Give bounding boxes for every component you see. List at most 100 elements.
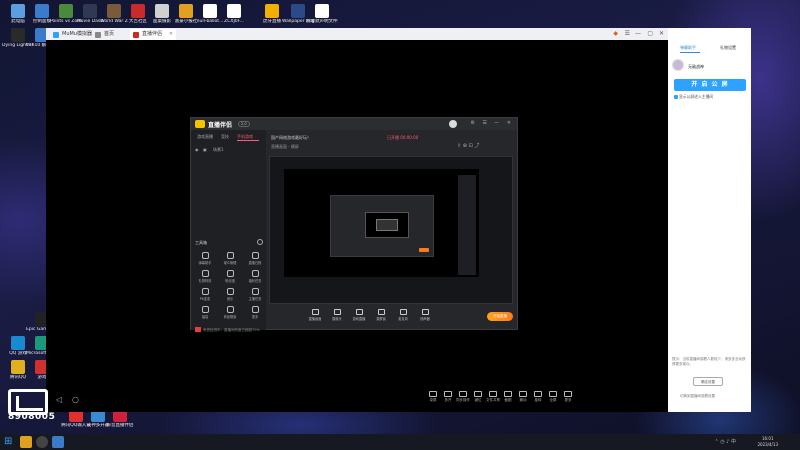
action-label: 麦克风 [398, 317, 408, 321]
toolbox-item[interactable]: 礼物特效 [195, 270, 215, 283]
active-tab-indicator [237, 140, 259, 141]
toolbox-item[interactable]: 商品橱窗 [220, 306, 240, 319]
tool-icon [504, 391, 512, 397]
eye-icon[interactable]: ◉ [195, 147, 199, 152]
tab-home[interactable]: 首页 [92, 29, 126, 40]
action-label: 扬声器 [420, 317, 430, 321]
toolbox-item[interactable]: 观众管理 [220, 252, 240, 265]
close-tab-icon[interactable]: ✕ [169, 29, 173, 40]
nested-preview [365, 212, 409, 238]
toolbox-item[interactable]: 主播任务 [245, 288, 265, 301]
footer-link[interactable]: 切换到直播间观看设置 [680, 394, 715, 399]
tab-danmu-assistant[interactable]: 弹幕助手 [680, 45, 696, 51]
preview-mode[interactable]: 直播画面 · 横屏 [271, 144, 299, 150]
toolbox-item[interactable]: 直播日报 [245, 252, 265, 265]
tool-label: 多开 [444, 398, 452, 402]
system-tray[interactable]: ⌃ ◷ ♪ 中 [714, 438, 736, 445]
tab-gift-settings[interactable]: 礼物设置 [720, 45, 736, 51]
confirm-settings-button[interactable]: 确定设置 [693, 377, 723, 386]
tab-game-live[interactable]: 游戏直播 [197, 134, 213, 140]
emulator-tool[interactable]: 截图 [501, 391, 515, 403]
emulator-tool[interactable]: 震动 [516, 391, 530, 403]
emulator-tool[interactable]: 更多 [561, 391, 575, 403]
tool-icon [226, 306, 234, 313]
open-public-screen-button[interactable]: 开 启 公 屏 [674, 79, 746, 91]
emulator-tool[interactable]: 全屏 [546, 391, 560, 403]
minimize-icon[interactable]: — [494, 120, 499, 126]
home-button-icon[interactable]: ○ [72, 395, 79, 404]
tool-icon [226, 288, 234, 295]
more-tools-icon[interactable] [257, 239, 263, 245]
toolbox-item[interactable]: 更多 [245, 306, 265, 319]
lock-icon[interactable]: ▣ [203, 147, 207, 152]
tab-esports[interactable]: 竞技 [221, 134, 229, 140]
emulator-tool[interactable]: 同步操作 [456, 391, 470, 403]
emulator-tool[interactable]: 录屏 [426, 391, 440, 403]
toolbox-item[interactable]: 弹幕助手 [195, 252, 215, 265]
emulator-tool[interactable]: 旋转 [531, 391, 545, 403]
action-icon [399, 309, 407, 315]
scene-label[interactable]: 场景1 [213, 147, 224, 153]
app-icon [35, 4, 49, 18]
clock[interactable]: 16:01 2023/4/13 [757, 436, 778, 447]
settings-icon[interactable]: ⚙ [471, 120, 475, 126]
desktop-icon[interactable]: 我爆款声明文件夹 [306, 4, 338, 24]
app-icon [131, 4, 145, 18]
tool-label: 更多 [251, 315, 259, 319]
tool-label: 福袋 [201, 315, 209, 319]
file-explorer-icon[interactable] [20, 436, 32, 448]
app-logo-icon [195, 120, 205, 128]
bottom-action[interactable]: 扬声器 [417, 309, 433, 321]
back-icon[interactable]: ◁ [56, 395, 62, 404]
close-icon[interactable]: ✕ [659, 30, 664, 37]
tab-mumu[interactable]: MuMu模拟器 [50, 29, 92, 40]
toolbox-item[interactable]: 福利任务 [245, 270, 265, 283]
checkbox-icon[interactable] [674, 95, 678, 99]
tool-label: 截图 [504, 398, 512, 402]
stream-title[interactable]: 国产网络游戏最好玩！ [271, 135, 311, 141]
app-sidebar: 游戏直播 竞技 手机游戏 ◉ ▣ 场景1 工具箱 弹幕助手 观众管理 直播日报 礼物特… [191, 130, 266, 332]
menu-icon[interactable]: ☰ [625, 30, 630, 37]
tab-live-companion[interactable]: 直播伴侣 ✕ [130, 29, 176, 40]
toolbox-item[interactable]: 音乐 [220, 288, 240, 301]
avatar[interactable] [672, 59, 684, 71]
show-public-screen-checkbox[interactable]: 显示公屏进入主播间 [674, 94, 713, 100]
tab-label: MuMu模拟器 [62, 31, 92, 37]
avatar[interactable] [449, 120, 457, 128]
nested-app-capture [330, 195, 434, 257]
bottom-action[interactable]: 麦克风 [395, 309, 411, 321]
search-icon[interactable] [36, 436, 48, 448]
app-icon [315, 4, 329, 18]
toolbox-item[interactable]: PK连麦 [195, 288, 215, 301]
emulator-tool[interactable]: 文件共享 [486, 391, 500, 403]
maximize-icon[interactable]: ▢ [647, 30, 653, 37]
toolbox-title: 工具箱 [195, 240, 207, 245]
windows-start-icon[interactable]: ⊞ [4, 436, 16, 448]
browser-icon[interactable] [52, 436, 64, 448]
gift-icon[interactable]: ◆ [613, 30, 618, 37]
bottom-action[interactable]: 录屏窗 [373, 309, 389, 321]
close-icon[interactable]: ✕ [507, 120, 511, 126]
bottom-action[interactable]: 摄像头 [329, 309, 345, 321]
bottom-action[interactable]: 游戏直播 [351, 309, 367, 321]
app-icon [179, 4, 193, 18]
menu-icon[interactable]: ☰ [483, 120, 487, 126]
app-name: 直播伴侣 [208, 122, 233, 129]
app-icon [11, 360, 25, 374]
desktop-icon-label: ZCXJ0F... [224, 19, 244, 24]
toolbox-item[interactable]: 福袋 [195, 306, 215, 319]
minimize-icon[interactable]: — [635, 30, 641, 37]
go-live-button[interactable]: 开始直播 [487, 312, 513, 321]
bottom-action[interactable]: 直播画面 [307, 309, 323, 321]
tool-icon [251, 270, 259, 277]
tool-icon [549, 391, 557, 397]
desktop-icon[interactable]: ZCXJ0F... [218, 4, 250, 24]
toolbox-item[interactable]: 粉丝团 [220, 270, 240, 283]
emulator-tool[interactable]: 键位 [471, 391, 485, 403]
app-title-bar: 直播伴侣 2.0 ⚙ ☰ — ✕ [191, 118, 517, 130]
desktop-icon-label: 我爆款声明文件夹 [306, 19, 338, 24]
danmu-panel: 弹幕助手 礼物设置 无敌战神 开 启 公 屏 显示公屏进入主播间 提示：当前直播… [668, 28, 751, 412]
tool-label: 同步操作 [456, 398, 470, 402]
emulator-tool[interactable]: 多开 [441, 391, 455, 403]
share-icon[interactable]: ⇪ ⊕ ⊡ ⤴ [457, 142, 479, 149]
